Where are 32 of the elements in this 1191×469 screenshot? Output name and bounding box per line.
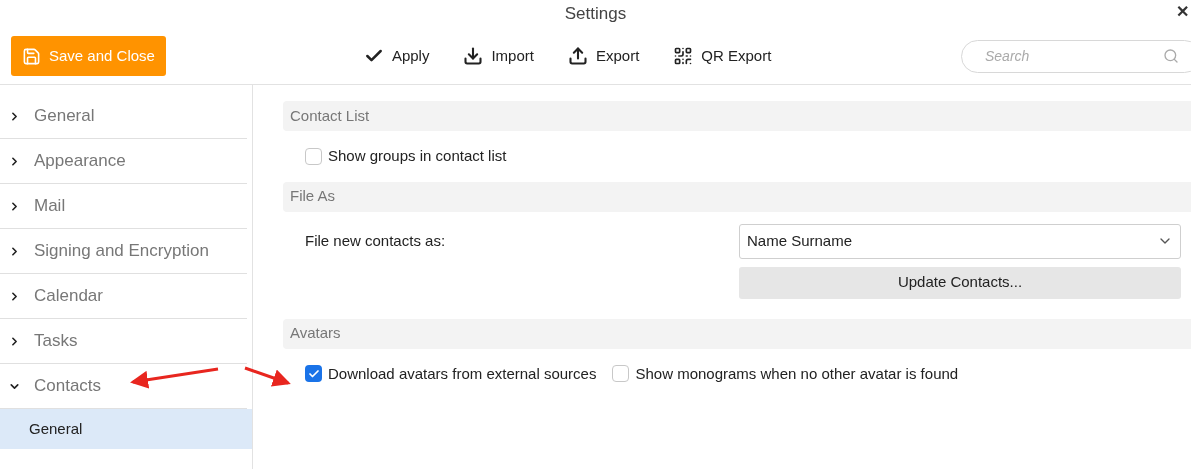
update-contacts-button[interactable]: Update Contacts...	[739, 266, 1181, 299]
sidebar-item[interactable]: Mail	[0, 184, 247, 229]
upload-icon	[567, 46, 588, 66]
sidebar-item[interactable]: Signing and Encryption	[0, 229, 247, 274]
toolbar-button[interactable]: Apply	[363, 44, 430, 68]
qr-code-icon	[673, 46, 694, 66]
annotation-arrow	[244, 366, 291, 387]
toolbar-button[interactable]: Export	[567, 44, 640, 68]
checkbox-label: Show groups in contact list	[328, 146, 507, 166]
sidebar-subitem[interactable]: General	[0, 409, 252, 449]
sidebar-item[interactable]: Tasks	[0, 319, 247, 364]
sidebar-item[interactable]: Appearance	[0, 139, 247, 184]
download-icon	[463, 46, 484, 66]
dropdown-field[interactable]: Name Surname	[739, 223, 1181, 259]
field-label: File new contacts as:	[305, 230, 447, 251]
checkbox[interactable]	[305, 147, 322, 165]
window-title: Settings	[564, 3, 627, 26]
section-header: Avatars	[283, 318, 1191, 349]
sidebar-item[interactable]: General	[0, 94, 247, 139]
section-header: Contact List	[283, 101, 1191, 131]
check-icon	[307, 367, 320, 380]
search-field[interactable]: Search	[961, 39, 1191, 73]
checkbox[interactable]	[612, 365, 630, 383]
toolbar-button[interactable]: Import	[463, 44, 534, 68]
section-header: File As	[283, 181, 1191, 212]
toolbar-button[interactable]: QR Export	[673, 44, 772, 68]
sidebar-item[interactable]: Calendar	[0, 274, 247, 319]
close-button[interactable]: ✕	[1176, 0, 1189, 24]
checkbox-label: Download avatars from external sources	[328, 363, 597, 384]
checkbox[interactable]	[305, 365, 322, 383]
checkbox-label: Show monograms when no other avatar is found	[635, 363, 959, 384]
search-icon	[1163, 47, 1179, 64]
